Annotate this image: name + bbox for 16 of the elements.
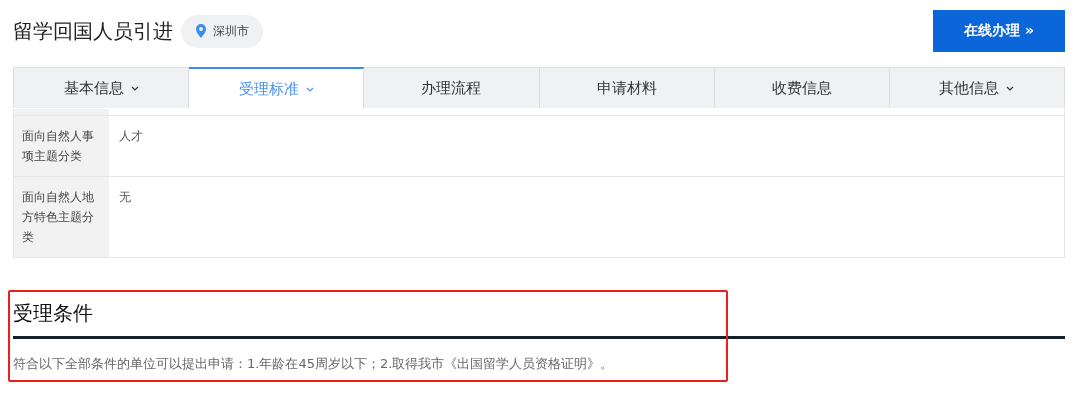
- location-text: 深圳市: [213, 22, 249, 40]
- location-pin-icon: [195, 24, 207, 38]
- tab[interactable]: 收费信息: [714, 68, 890, 108]
- section-heading: 受理条件: [13, 300, 94, 327]
- tab[interactable]: 基本信息: [13, 68, 190, 108]
- location-badge[interactable]: 深圳市: [181, 14, 263, 48]
- row-value: 人才: [119, 129, 143, 143]
- tab[interactable]: 其他信息: [889, 68, 1066, 108]
- tab[interactable]: 办理流程: [364, 68, 540, 108]
- row-value: 无: [119, 190, 131, 204]
- page-title: 留学回国人员引进: [13, 17, 173, 45]
- apply-online-button[interactable]: 在线办理 »: [933, 10, 1065, 52]
- tab[interactable]: 申请材料: [539, 68, 715, 108]
- row-label: 面向自然人事项主题分类: [22, 129, 94, 163]
- row-label: 面向自然人地方特色主题分类: [22, 190, 94, 244]
- section-text: 符合以下全部条件的单位可以提出申请：1.年龄在45周岁以下；2.取得我市《出国留学人员资格证明》。: [13, 355, 615, 373]
